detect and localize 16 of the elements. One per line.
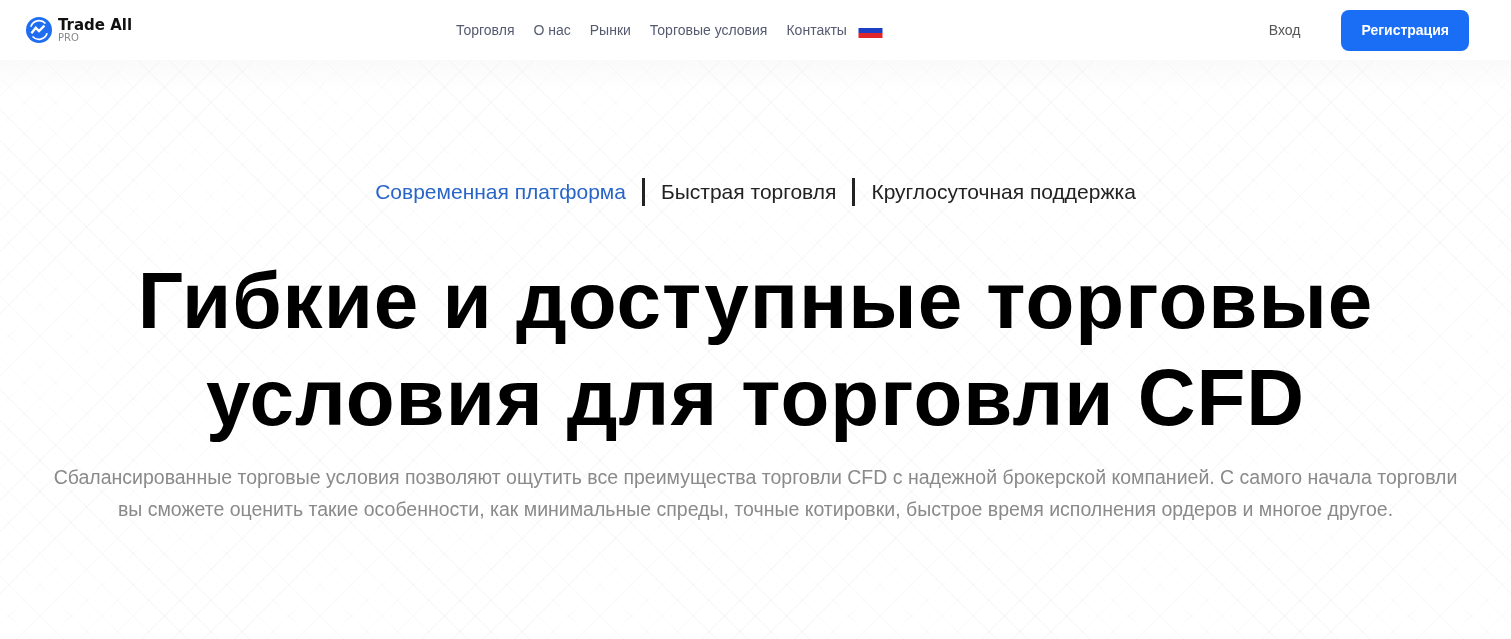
headline: Гибкие и доступные торговые (137, 255, 1374, 347)
nav-link[interactable]: Торговые условия (649, 22, 768, 38)
nav-link[interactable]: Торговля (456, 22, 515, 38)
register-button[interactable]: Регистрация (1341, 9, 1469, 51)
nav-link[interactable]: Контакты (786, 22, 847, 38)
tagline: Круглосуточная поддержка (871, 180, 1136, 204)
nav-link[interactable]: О нас (533, 22, 571, 38)
logo-name: Trade All (58, 17, 133, 33)
description: Сбалансированные торговые условия позволяют ощутить все преимущества торговли CFD с надежной брокерской компанией. С самого начала торговли вы сможете оценить такие особенности, как минимальные спреды, точные котировки, быстрое время исполнения ордеров и многое другое. (52, 465, 1459, 522)
logo-subtitle: PRO (58, 32, 80, 43)
login-link[interactable]: Вход (1268, 22, 1301, 38)
headline: условия для торговли CFD (205, 352, 1306, 444)
nav-link[interactable]: Рынки (589, 22, 631, 38)
tagline: Быстрая торговля (660, 180, 837, 204)
logo-icon (26, 17, 52, 43)
tagline: Современная платформа (375, 180, 626, 204)
